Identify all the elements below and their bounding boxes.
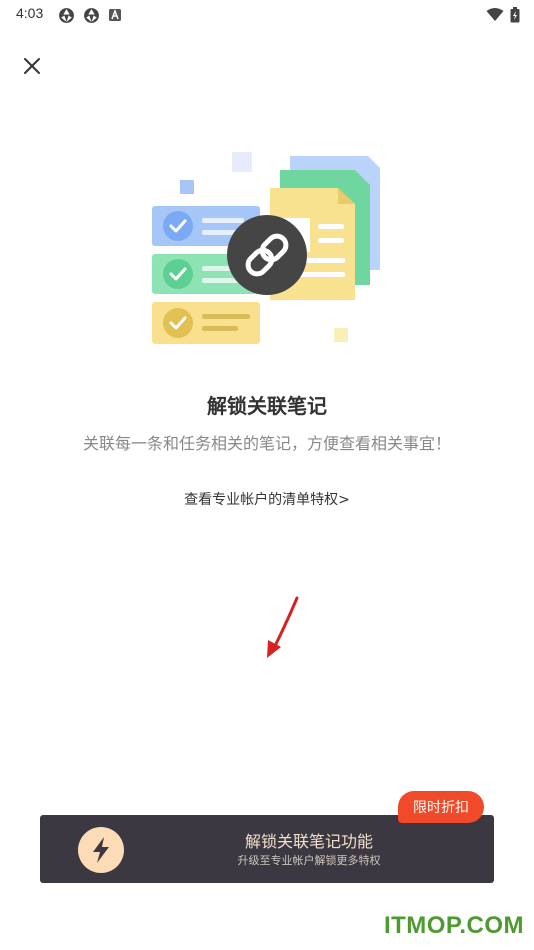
banner-title: 解锁关联笔记功能 (244, 832, 373, 851)
decor-square (180, 180, 194, 194)
close-icon (24, 58, 40, 74)
screen: 4:03 解锁关联笔记 关联每一条和任务相关的笔记，方便查看相关事宜！ 查看专业… (0, 0, 534, 950)
status-time: 4:03 (16, 5, 44, 21)
status-notification-icons (58, 6, 122, 24)
linked-notes-illustration (152, 152, 380, 344)
view-pro-privileges-link[interactable]: 查看专业帐户的清单特权> (0, 489, 534, 509)
battery-icon (510, 7, 520, 23)
status-bar: 4:03 (0, 0, 534, 30)
annotation-arrow-icon (267, 596, 299, 658)
close-button[interactable] (18, 52, 46, 80)
banner-subtitle: 升级至专业帐户解锁更多特权 (237, 854, 381, 867)
decor-square (232, 152, 252, 172)
aperture-icon (59, 7, 74, 23)
aperture-icon (84, 7, 99, 23)
wifi-icon (486, 8, 504, 21)
watermark: ITMOP.COM (383, 912, 524, 939)
page-title: 解锁关联笔记 (207, 394, 327, 418)
discount-badge: 限时折扣 (398, 791, 484, 823)
decor-square (334, 328, 348, 342)
link-badge (227, 215, 307, 295)
page-subtitle: 关联每一条和任务相关的笔记，方便查看相关事宜！ (82, 434, 451, 453)
a-icon (109, 8, 121, 21)
unlock-feature-banner[interactable]: 解锁关联笔记功能 升级至专业帐户解锁更多特权 (40, 815, 494, 883)
status-system-icons (486, 6, 520, 24)
